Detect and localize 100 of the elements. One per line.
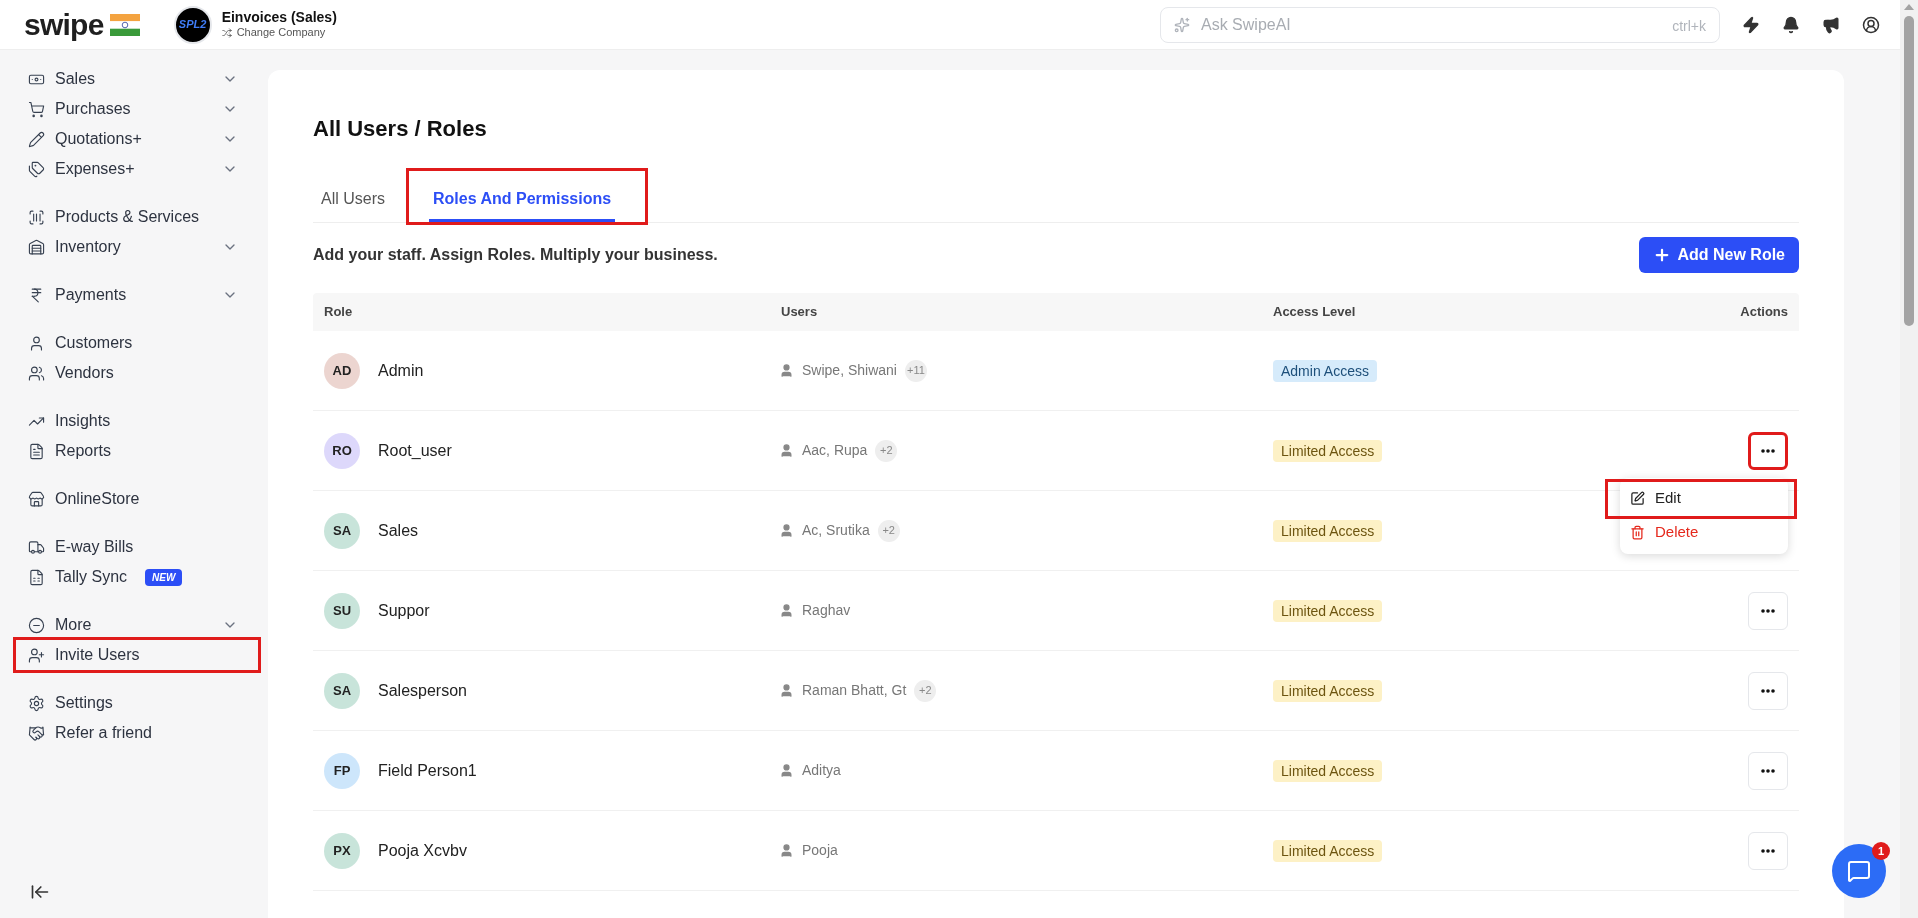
sidebar-item[interactable]: Purchases — [28, 94, 238, 124]
sidebar-item[interactable]: Products & Services — [28, 202, 238, 232]
sidebar-item[interactable]: Settings — [28, 688, 238, 718]
handshake-icon — [28, 724, 45, 742]
role-name: Pooja Xcvbv — [378, 840, 467, 861]
pencil-icon — [28, 130, 45, 148]
sidebar-item[interactable]: E-way Bills — [28, 532, 238, 562]
avatar: PX — [324, 832, 360, 869]
access-badge: Limited Access — [1273, 599, 1383, 622]
user-names: Pooja — [802, 841, 838, 860]
edit-icon — [1630, 491, 1645, 506]
cart-icon — [28, 100, 45, 118]
sidebar-item[interactable]: Reports — [28, 436, 238, 466]
lightning-icon[interactable] — [1742, 15, 1760, 34]
circle-icon — [28, 616, 45, 634]
new-badge: NEW — [145, 568, 183, 586]
sidebar-item[interactable]: Insights — [28, 406, 238, 436]
tagline: Add your staff. Assign Roles. Multiply your business. — [313, 245, 718, 265]
add-role-button[interactable]: Add New Role — [1639, 237, 1799, 273]
sidebar-item[interactable]: Invite Users — [16, 640, 258, 670]
person-icon — [28, 334, 45, 352]
brand-logo[interactable]: swipe — [24, 9, 104, 40]
more-button[interactable] — [1748, 431, 1788, 470]
tab[interactable]: All Users — [317, 178, 389, 222]
column-header: Actions — [1740, 303, 1788, 322]
document-icon — [28, 568, 45, 586]
company-logo[interactable]: SPL2 — [173, 5, 212, 44]
access-badge: Limited Access — [1273, 519, 1383, 542]
count-badge: +2 — [875, 439, 898, 462]
document-icon — [28, 442, 45, 460]
column-header: Access Level — [1273, 303, 1357, 322]
collapse-icon[interactable] — [30, 882, 50, 902]
page-title: All Users / Roles — [313, 115, 488, 143]
tag-icon — [28, 160, 45, 178]
avatar: SA — [324, 512, 360, 549]
count-badge: +11 — [904, 359, 927, 382]
user-names: Aditya — [802, 761, 841, 780]
sidebar-item[interactable]: Inventory — [28, 232, 238, 262]
scrollbar[interactable] — [1900, 0, 1918, 918]
company-name: Einvoices (Sales) — [221, 8, 337, 27]
role-name: Salesperson — [378, 680, 467, 701]
menu-item[interactable]: Edit — [1608, 481, 1794, 516]
role-name: Suppor — [378, 600, 430, 621]
trash-icon — [1630, 525, 1645, 540]
flag-icon — [109, 13, 140, 36]
shortcut-hint: ctrl+k — [1672, 16, 1706, 36]
user-names: Ac, Srutika — [802, 521, 870, 540]
sidebar-item[interactable]: Payments — [28, 280, 238, 310]
person-icon — [779, 763, 794, 778]
sidebar-item[interactable]: Customers — [28, 328, 238, 358]
user-names: Raghav — [802, 601, 851, 620]
column-header: Role — [324, 303, 354, 322]
sidebar-item[interactable]: Tally Sync NEW — [28, 562, 238, 592]
sidebar-item[interactable]: Expenses+ — [28, 154, 238, 184]
person-icon — [779, 843, 794, 858]
person-icon — [779, 363, 794, 378]
sidebar-item[interactable]: Quotations+ — [28, 124, 238, 154]
person-icon — [779, 603, 794, 618]
access-badge: Limited Access — [1273, 679, 1383, 702]
access-badge: Limited Access — [1273, 439, 1383, 462]
role-name: Field Person1 — [378, 760, 477, 781]
sidebar-item[interactable]: Refer a friend — [28, 718, 238, 748]
add-user-icon — [28, 646, 45, 664]
count-badge: +2 — [914, 679, 937, 702]
change-company-link[interactable]: Change Company — [221, 26, 337, 41]
avatar: RO — [324, 432, 360, 469]
person-icon — [779, 523, 794, 538]
role-name: Admin — [378, 360, 424, 381]
avatar: AD — [324, 352, 360, 389]
access-badge: Limited Access — [1273, 759, 1383, 782]
avatar: FP — [324, 752, 360, 789]
user-names: Raman Bhatt, Gt — [802, 681, 907, 700]
profile-icon[interactable] — [1862, 15, 1880, 34]
sidebar-item[interactable]: Sales — [28, 64, 238, 94]
ellipsis-icon — [1761, 848, 1775, 853]
sidebar-item[interactable]: More — [28, 610, 238, 640]
store-icon — [28, 490, 45, 508]
shuffle-icon — [221, 28, 232, 39]
ellipsis-icon — [1761, 768, 1775, 773]
chat-icon — [1847, 859, 1871, 883]
menu-item[interactable]: Delete — [1620, 515, 1788, 550]
sparkle-icon — [1174, 16, 1190, 33]
person-icon — [779, 683, 794, 698]
bell-icon[interactable] — [1782, 15, 1800, 34]
access-badge: Limited Access — [1273, 839, 1383, 862]
ellipsis-icon — [1761, 448, 1775, 453]
ellipsis-icon — [1761, 688, 1775, 693]
megaphone-icon[interactable] — [1822, 15, 1840, 34]
people-icon — [28, 364, 45, 382]
shelf-icon — [28, 238, 45, 256]
tab[interactable]: Roles And Permissions — [429, 178, 616, 222]
truck-icon — [28, 538, 45, 556]
sidebar-item[interactable]: OnlineStore — [28, 484, 238, 514]
person-icon — [779, 443, 794, 458]
user-names: Aac, Rupa — [802, 441, 868, 460]
avatar: SU — [324, 592, 360, 629]
notification-badge: 1 — [1872, 842, 1890, 860]
count-badge: +2 — [877, 519, 900, 542]
sidebar-item[interactable]: Vendors — [28, 358, 238, 388]
column-header: Users — [781, 303, 819, 322]
